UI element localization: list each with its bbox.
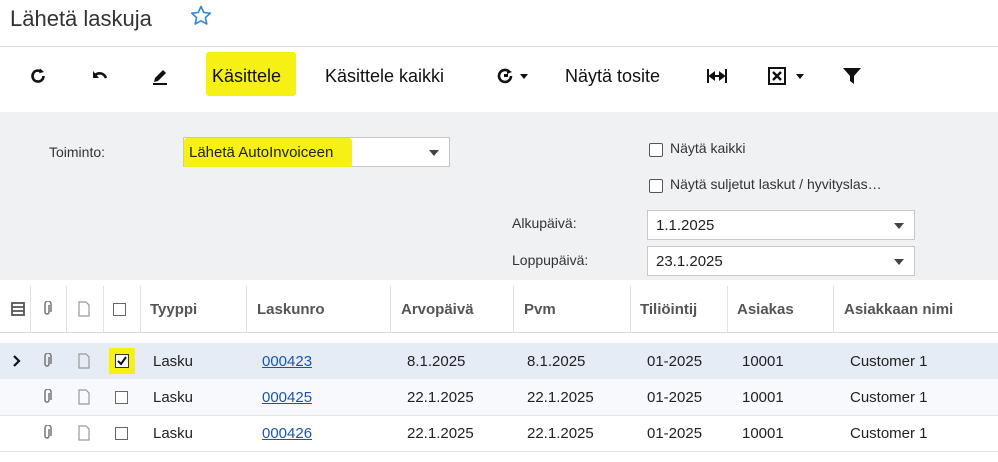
row-select-checkbox[interactable]: [104, 343, 140, 379]
cell-value-date: 22.1.2025: [407, 424, 474, 442]
chevron-down-icon: [894, 223, 904, 229]
cell-customer: 10001: [742, 424, 784, 442]
cell-value-date: 8.1.2025: [407, 352, 466, 370]
cell-customer-name: Customer 1: [850, 388, 928, 406]
column-header-type[interactable]: Tyyppi: [150, 286, 197, 332]
end-date-value: 23.1.2025: [656, 252, 723, 270]
show-all-label: Näytä kaikki: [670, 140, 746, 156]
attachment-icon[interactable]: [40, 415, 54, 451]
note-icon: [77, 286, 91, 332]
table-row[interactable]: Lasku 000423 8.1.2025 8.1.2025 01-2025 1…: [0, 343, 998, 380]
note-icon[interactable]: [77, 415, 91, 451]
process-button[interactable]: Käsittele: [212, 47, 281, 105]
filter-funnel-icon[interactable]: [842, 47, 862, 105]
cell-date: 8.1.2025: [527, 352, 586, 370]
table-row[interactable]: Lasku 000426 22.1.2025 22.1.2025 01-2025…: [0, 415, 998, 452]
invoice-number-link[interactable]: 000426: [262, 415, 312, 451]
row-select-checkbox[interactable]: [115, 379, 128, 415]
refresh-icon[interactable]: [28, 47, 48, 105]
action-select[interactable]: Lähetä AutoInvoiceen: [183, 137, 450, 167]
attachment-icon: [40, 286, 54, 332]
cell-type: Lasku: [153, 424, 194, 442]
undo-icon[interactable]: [90, 47, 110, 105]
select-all-checkbox[interactable]: [113, 286, 126, 332]
action-select-value: Lähetä AutoInvoiceen: [184, 137, 353, 167]
show-voucher-button[interactable]: Näytä tosite: [565, 47, 660, 105]
favorite-star-icon[interactable]: [189, 4, 213, 33]
cell-customer-name: Customer 1: [850, 352, 928, 370]
row-pointer-icon: [12, 343, 22, 379]
start-date-value: 1.1.2025: [656, 216, 715, 234]
start-date-select[interactable]: 1.1.2025: [647, 210, 915, 240]
page-title: Lähetä laskuja: [10, 6, 152, 31]
start-date-label: Alkupäivä:: [512, 215, 577, 231]
title-bar: Lähetä laskuja: [0, 0, 998, 47]
note-icon[interactable]: [77, 343, 91, 379]
cell-customer-name: Customer 1: [850, 424, 928, 442]
fit-columns-icon[interactable]: [706, 47, 728, 105]
cell-value-date: 22.1.2025: [407, 388, 474, 406]
table-row[interactable]: Lasku 000425 22.1.2025 22.1.2025 01-2025…: [0, 379, 998, 416]
edit-pencil-icon[interactable]: [150, 47, 170, 105]
toolbar: Käsittele Käsittele kaikki Näytä tosite: [0, 47, 998, 105]
cell-period: 01-2025: [647, 424, 703, 442]
column-header-customer-name[interactable]: Asiakkaan nimi: [844, 286, 953, 332]
end-date-select[interactable]: 23.1.2025: [647, 246, 915, 276]
column-header-period[interactable]: Tiliöintij: [640, 286, 697, 332]
cell-type: Lasku: [153, 388, 194, 406]
invoice-number-link[interactable]: 000425: [262, 379, 312, 415]
row-select-checkbox[interactable]: [115, 415, 128, 451]
cell-date: 22.1.2025: [527, 388, 594, 406]
process-all-button[interactable]: Käsittele kaikki: [325, 47, 444, 105]
cell-type: Lasku: [153, 352, 194, 370]
column-header-value-date[interactable]: Arvopäivä: [401, 286, 474, 332]
attachment-icon[interactable]: [40, 343, 54, 379]
export-excel-dropdown[interactable]: [768, 47, 808, 105]
chevron-down-icon: [429, 150, 439, 156]
column-header-date[interactable]: Pvm: [524, 286, 556, 332]
chevron-down-icon: [894, 259, 904, 265]
filter-panel: Toiminto: Lähetä AutoInvoiceen Näytä kai…: [0, 112, 998, 280]
note-icon[interactable]: [77, 379, 91, 415]
show-closed-label: Näytä suljetut laskut / hyvityslas…: [670, 176, 882, 192]
invoice-number-link[interactable]: 000423: [262, 343, 312, 379]
attachment-icon[interactable]: [40, 379, 54, 415]
cell-period: 01-2025: [647, 388, 703, 406]
cell-date: 22.1.2025: [527, 424, 594, 442]
schedule-dropdown-button[interactable]: [496, 47, 530, 105]
action-label: Toiminto:: [49, 144, 106, 160]
column-header-number[interactable]: Laskunro: [257, 286, 325, 332]
cell-customer: 10001: [742, 352, 784, 370]
column-header-customer[interactable]: Asiakas: [737, 286, 794, 332]
cell-period: 01-2025: [647, 352, 703, 370]
cell-customer: 10001: [742, 388, 784, 406]
end-date-label: Loppupäivä:: [512, 252, 589, 268]
show-closed-checkbox[interactable]: [649, 179, 663, 193]
table-header: Tyyppi Laskunro Arvopäivä Pvm Tiliöintij…: [0, 286, 998, 333]
show-all-checkbox[interactable]: [649, 143, 663, 157]
row-selector-icon[interactable]: [10, 286, 26, 332]
